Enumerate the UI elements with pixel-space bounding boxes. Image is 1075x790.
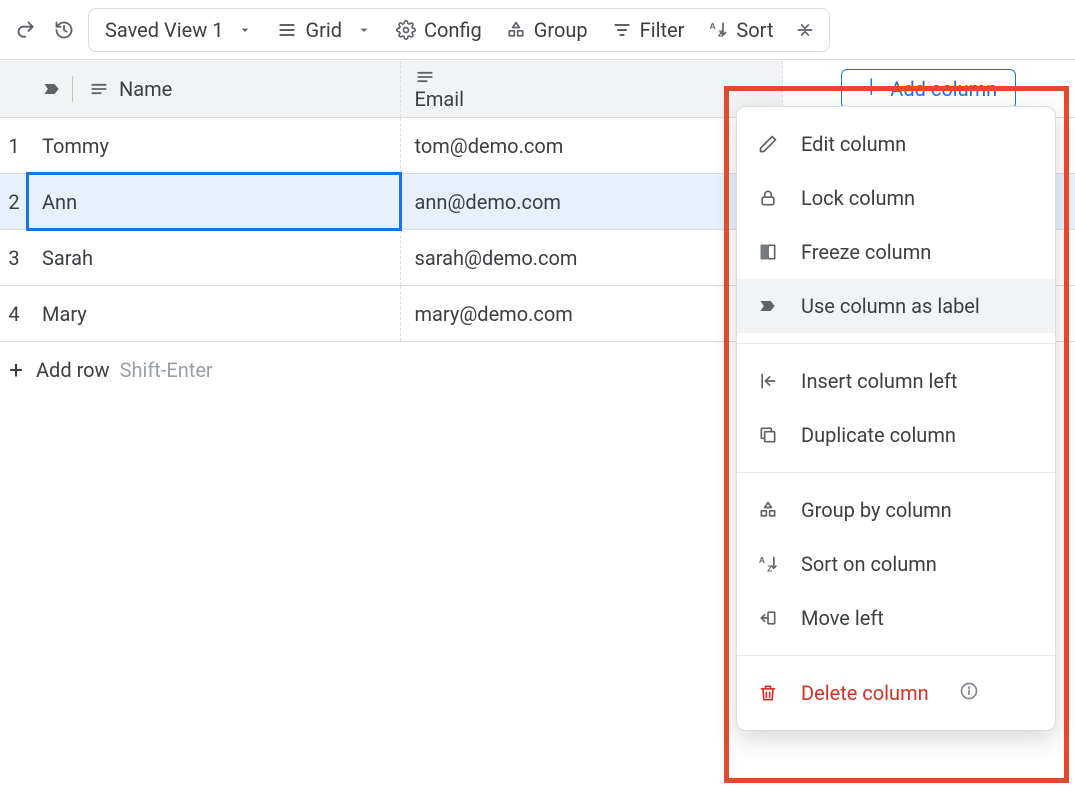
info-icon: [959, 681, 979, 706]
cell-email[interactable]: tom@demo.com: [400, 118, 782, 174]
collapse-rows-button[interactable]: [785, 9, 825, 51]
add-column-label: Add column: [890, 77, 997, 101]
cell-email[interactable]: mary@demo.com: [400, 286, 782, 342]
move-left-icon: [757, 607, 779, 629]
layout-dropdown[interactable]: Grid: [265, 9, 384, 51]
menu-label: Move left: [801, 606, 884, 630]
menu-label: Delete column: [801, 681, 929, 705]
group-icon: [757, 499, 779, 521]
row-number: 4: [0, 286, 28, 342]
row-number-header: [0, 61, 28, 118]
history-icon[interactable]: [50, 16, 78, 44]
email-header-text: Email: [415, 87, 465, 111]
menu-delete-column[interactable]: Delete column: [737, 666, 1055, 720]
sort-label: Sort: [736, 18, 773, 42]
plus-icon: +: [6, 356, 26, 384]
toolbar-pill: Saved View 1 Grid Config Group Filter AZ…: [88, 8, 830, 52]
cell-name[interactable]: Sarah: [28, 230, 400, 286]
label-tag-icon: [757, 295, 779, 317]
sort-button[interactable]: AZ Sort: [696, 9, 785, 51]
menu-freeze-column[interactable]: Freeze column: [737, 225, 1055, 279]
row-number: 1: [0, 118, 28, 174]
gear-icon: [396, 20, 416, 40]
duplicate-icon: [757, 424, 779, 446]
add-row-hint: Shift-Enter: [120, 358, 213, 382]
add-column-button[interactable]: ＋ Add column: [841, 69, 1016, 109]
toolbar: Saved View 1 Grid Config Group Filter AZ…: [0, 0, 1075, 60]
menu-label: Insert column left: [801, 369, 957, 393]
filter-label: Filter: [640, 18, 685, 42]
cell-email[interactable]: ann@demo.com: [400, 174, 782, 230]
row-number: 3: [0, 230, 28, 286]
config-button[interactable]: Config: [384, 9, 494, 51]
caret-down-icon: [356, 22, 372, 38]
svg-text:A: A: [710, 21, 716, 31]
saved-view-dropdown[interactable]: Saved View 1: [93, 9, 265, 51]
menu-divider: [737, 472, 1055, 473]
menu-label: Use column as label: [801, 294, 980, 318]
redo-icon[interactable]: [12, 16, 40, 44]
insert-left-icon: [757, 370, 779, 392]
text-column-icon: [415, 67, 768, 87]
lock-icon: [757, 187, 779, 209]
menu-edit-column[interactable]: Edit column: [737, 117, 1055, 171]
menu-label: Lock column: [801, 186, 915, 210]
freeze-icon: [757, 241, 779, 263]
cell-name[interactable]: Mary: [28, 286, 400, 342]
menu-divider: [737, 343, 1055, 344]
menu-label: Group by column: [801, 498, 952, 522]
menu-move-left[interactable]: Move left: [737, 591, 1055, 645]
menu-label: Freeze column: [801, 240, 931, 264]
name-header-text: Name: [119, 77, 172, 101]
sort-az-icon: AZ: [757, 553, 779, 575]
menu-label: Sort on column: [801, 552, 937, 576]
trash-icon: [757, 682, 779, 704]
column-header-name[interactable]: Name: [28, 61, 400, 118]
menu-label: Duplicate column: [801, 423, 956, 447]
group-button[interactable]: Group: [494, 9, 600, 51]
column-header-email[interactable]: Email: [400, 61, 782, 118]
menu-group-by[interactable]: Group by column: [737, 483, 1055, 537]
cell-email[interactable]: sarah@demo.com: [400, 230, 782, 286]
cell-name[interactable]: Ann: [28, 174, 400, 230]
filter-button[interactable]: Filter: [600, 9, 697, 51]
layout-label: Grid: [305, 18, 342, 42]
svg-text:A: A: [759, 555, 765, 565]
grid-lines-icon: [277, 20, 297, 40]
group-icon: [506, 20, 526, 40]
cell-name[interactable]: Tommy: [28, 118, 400, 174]
menu-insert-left[interactable]: Insert column left: [737, 354, 1055, 408]
saved-view-label: Saved View 1: [105, 18, 223, 42]
filter-icon: [612, 20, 632, 40]
menu-use-as-label[interactable]: Use column as label: [737, 279, 1055, 333]
svg-text:Z: Z: [767, 564, 772, 574]
row-number: 2: [0, 174, 28, 230]
config-label: Config: [424, 18, 482, 42]
menu-sort-on[interactable]: AZ Sort on column: [737, 537, 1055, 591]
menu-duplicate[interactable]: Duplicate column: [737, 408, 1055, 462]
menu-divider: [737, 655, 1055, 656]
label-tag-icon: [42, 79, 62, 99]
pencil-icon: [757, 133, 779, 155]
text-column-icon: [89, 79, 109, 99]
caret-down-icon: [237, 22, 253, 38]
menu-lock-column[interactable]: Lock column: [737, 171, 1055, 225]
add-row-label: Add row: [36, 358, 110, 382]
menu-label: Edit column: [801, 132, 906, 156]
header-separator: [72, 76, 73, 102]
collapse-rows-icon: [795, 20, 815, 40]
group-label: Group: [534, 18, 588, 42]
sort-az-icon: AZ: [708, 20, 728, 40]
column-context-menu: Edit column Lock column Freeze column Us…: [736, 106, 1056, 731]
